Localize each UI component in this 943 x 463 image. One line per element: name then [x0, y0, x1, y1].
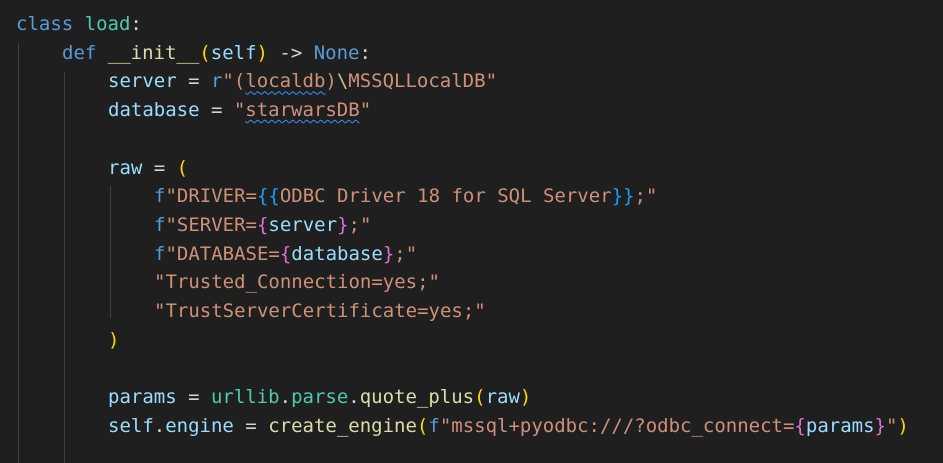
code-token: }} [611, 185, 635, 208]
code-token: } [337, 213, 349, 236]
code-token: load [84, 13, 131, 35]
code-token: "mssql+pyodbc:///?odbc_connect= [439, 414, 795, 437]
code-token: ) [897, 414, 909, 437]
code-token: def [62, 41, 97, 64]
code-token: quote_plus [359, 386, 475, 409]
code-line[interactable]: "TrustServerCertificate=yes;" [154, 297, 486, 326]
code-token: ( [474, 386, 486, 409]
code-token: ( [199, 41, 211, 64]
code-token: : [359, 41, 371, 64]
code-token: ;" [634, 185, 658, 208]
code-line[interactable]: database = "starwarsDB" [108, 96, 371, 125]
indent-guide-level-3 [110, 186, 111, 318]
code-token: "TrustServerCertificate=yes;" [154, 300, 486, 322]
code-token: "( [222, 70, 246, 93]
code-token: . [348, 386, 360, 409]
code-line[interactable]: raw = ( [108, 154, 188, 183]
code-token: f [154, 213, 166, 236]
code-token: " [233, 99, 246, 122]
code-token: { [794, 414, 806, 437]
code-token: -> [267, 41, 314, 64]
code-token: ) [108, 328, 120, 351]
code-token: urllib [210, 386, 280, 409]
code-line[interactable]: self.engine = create_engine(f"mssql+pyod… [108, 412, 909, 441]
code-token: { [256, 213, 269, 236]
code-token: raw [485, 386, 520, 409]
code-token: ( [176, 156, 189, 179]
code-token: __init__ [107, 41, 200, 64]
code-token: . [279, 386, 292, 409]
code-token: " [885, 414, 898, 437]
code-token: create_engine [268, 414, 417, 437]
code-line[interactable]: f"DRIVER={{ODBC Driver 18 for SQL Server… [154, 182, 657, 211]
code-line[interactable]: f"DATABASE={database};" [154, 240, 417, 269]
code-token: = [176, 386, 211, 409]
code-token: " [359, 99, 372, 122]
code-token: "SERVER= [165, 213, 257, 236]
code-editor[interactable]: class load: def __init__(self) -> None: se… [0, 0, 943, 463]
code-token: "Trusted_Connection=yes;" [154, 271, 440, 294]
code-token: = [142, 156, 177, 179]
code-token: \ [336, 70, 349, 93]
code-token: params [805, 414, 875, 437]
code-token: self [210, 41, 257, 64]
code-token: ODBC Driver 18 for SQL Server [279, 185, 612, 208]
code-token: database [291, 242, 383, 265]
code-token: ( [416, 414, 429, 437]
code-token: f [154, 242, 166, 265]
code-token: f [428, 414, 440, 437]
code-token: "DRIVER= [165, 185, 257, 208]
code-token: parse [291, 386, 349, 409]
code-token: : [130, 13, 142, 35]
code-token: } [874, 414, 886, 437]
code-token: {{ [256, 185, 280, 208]
code-token: { [279, 242, 292, 265]
spellcheck-token: localdb [245, 70, 326, 93]
code-token: class [16, 13, 74, 35]
code-token: = [176, 70, 211, 93]
code-token: = [199, 99, 234, 122]
code-line[interactable]: def __init__(self) -> None: [62, 39, 371, 68]
code-token: raw [108, 156, 143, 179]
code-token: MSSQLLocalDB" [348, 70, 498, 93]
code-token: ) [325, 70, 337, 93]
code-token: "DATABASE= [165, 242, 280, 265]
code-line[interactable]: class load: [16, 10, 142, 39]
code-token: server [108, 70, 177, 93]
code-line[interactable]: server = r"(localdb)\MSSQLLocalDB" [108, 67, 497, 96]
code-token: } [382, 242, 395, 265]
spellcheck-token: starwarsDB [245, 99, 360, 122]
code-token: database [108, 99, 200, 122]
code-token: . [153, 414, 166, 437]
indent-guide-level-1 [18, 43, 19, 463]
code-token: self [108, 414, 154, 437]
code-line[interactable]: params = urllib.parse.quote_plus(raw) [108, 383, 531, 412]
code-line[interactable]: f"SERVER={server};" [154, 211, 371, 240]
code-token: None [313, 41, 360, 64]
code-line[interactable]: "Trusted_Connection=yes;" [154, 268, 440, 297]
code-line[interactable]: ) [108, 326, 119, 355]
code-token: ) [519, 386, 532, 409]
code-token: params [108, 386, 177, 409]
code-token: ) [256, 41, 268, 64]
code-token: server [268, 213, 338, 236]
code-token: engine [165, 414, 234, 437]
code-token: ;" [394, 242, 418, 265]
code-token: ;" [348, 213, 372, 236]
code-token: f [154, 185, 166, 208]
indent-guide-level-2 [64, 72, 65, 463]
code-token: = [233, 414, 269, 437]
code-token: r [210, 70, 223, 93]
